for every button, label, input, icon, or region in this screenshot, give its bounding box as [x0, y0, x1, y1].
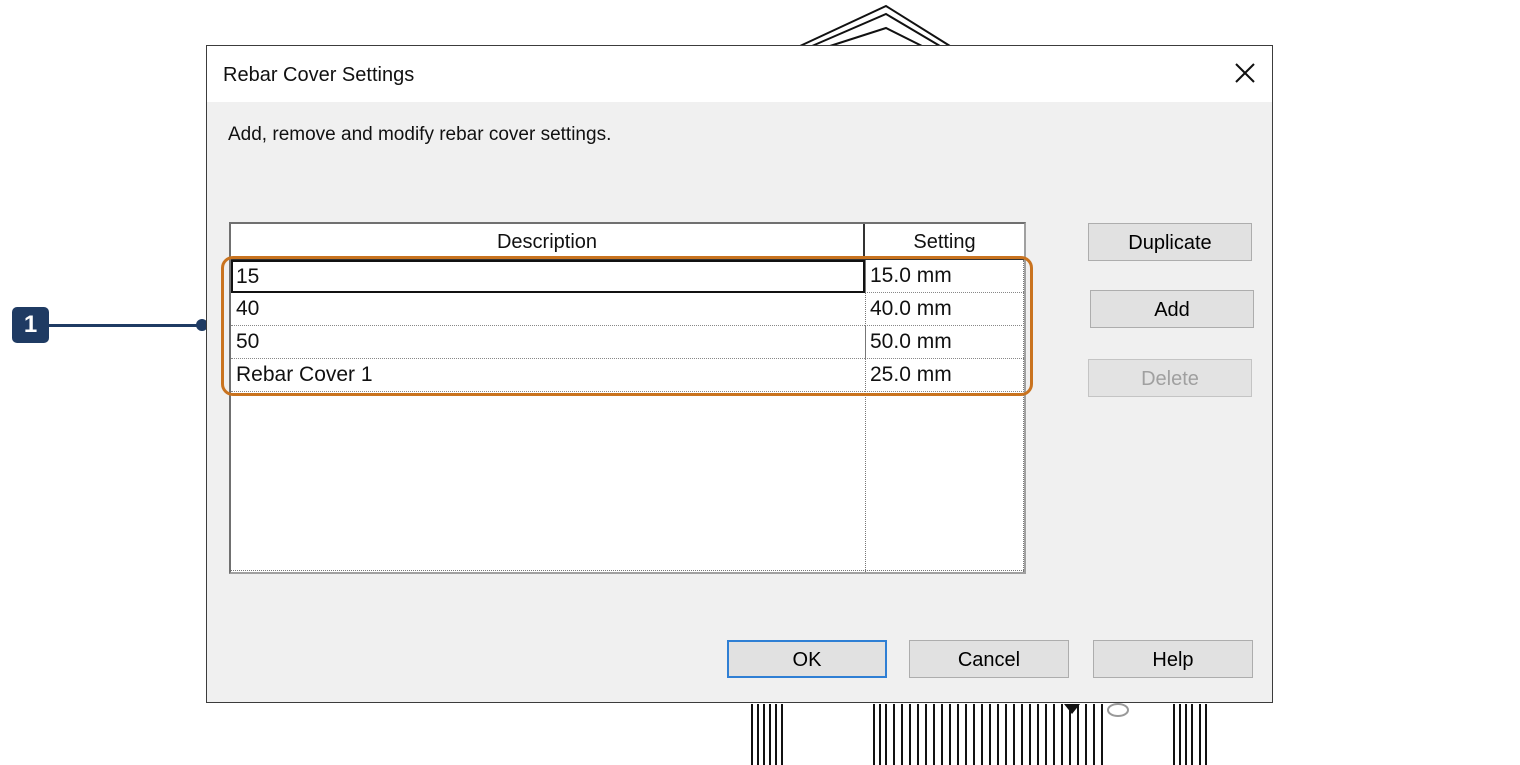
title-bar: Rebar Cover Settings — [207, 46, 1272, 102]
delete-button[interactable]: Delete — [1088, 359, 1252, 397]
duplicate-button[interactable]: Duplicate — [1088, 223, 1252, 261]
add-button[interactable]: Add — [1090, 290, 1254, 328]
rows-highlight-box — [221, 256, 1033, 396]
callout-leader-line — [49, 324, 201, 327]
instructions-text: Add, remove and modify rebar cover setti… — [228, 124, 612, 145]
ok-button[interactable]: OK — [727, 640, 887, 678]
help-button[interactable]: Help — [1093, 640, 1253, 678]
column-header-setting[interactable]: Setting — [865, 224, 1024, 260]
dialog-title: Rebar Cover Settings — [223, 64, 415, 86]
close-icon[interactable] — [1232, 60, 1258, 86]
callout-badge: 1 — [12, 307, 49, 343]
table-bottom-line — [231, 570, 1024, 571]
column-header-description[interactable]: Description — [231, 224, 865, 260]
cancel-button[interactable]: Cancel — [909, 640, 1069, 678]
